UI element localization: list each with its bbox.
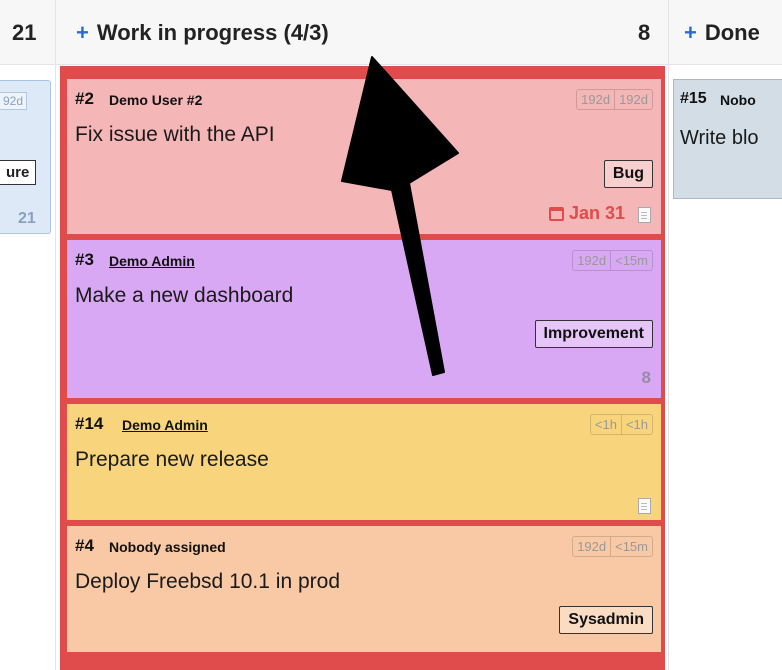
estimate-value: 192d bbox=[577, 539, 607, 554]
estimate-badge: 192d <15m bbox=[572, 250, 653, 271]
estimate-badge: 92d bbox=[0, 92, 28, 110]
estimate-value: 192d bbox=[581, 92, 611, 107]
card-title: Make a new dashboard bbox=[75, 284, 294, 307]
add-card-icon[interactable]: + bbox=[76, 20, 89, 45]
done-column-header: + Done bbox=[684, 20, 760, 46]
card-title: Fix issue with the API bbox=[75, 123, 275, 146]
done-column-title: Done bbox=[704, 20, 760, 45]
column-divider bbox=[668, 0, 669, 670]
spent-value: 192d bbox=[614, 90, 652, 109]
card-number: #14 bbox=[75, 414, 104, 433]
card-tag-bug[interactable]: Bug bbox=[603, 160, 653, 188]
card-tag[interactable]: ure bbox=[0, 160, 37, 185]
wip-column-title: Work in progress (4/3) bbox=[96, 20, 329, 45]
estimate-badge: <1h <1h bbox=[589, 414, 653, 435]
document-icon[interactable] bbox=[638, 207, 651, 223]
estimate-value: <1h bbox=[594, 417, 617, 432]
card-title: Deploy Freebsd 10.1 in prod bbox=[75, 570, 340, 593]
card-14[interactable]: #14 Demo Admin <1h <1h Prepare new releas… bbox=[67, 404, 661, 520]
card-number: #3 bbox=[75, 250, 94, 269]
card-owner: Nobo bbox=[720, 92, 756, 108]
due-date-text: Jan 31 bbox=[568, 203, 625, 223]
card-number: #15 bbox=[680, 90, 707, 107]
wip-column-header: + Work in progress (4/3) bbox=[76, 20, 329, 46]
estimate-badge: 192d 192d bbox=[576, 89, 653, 110]
card-2[interactable]: #2 Demo User #2 192d 192d Fix issue with … bbox=[67, 79, 661, 234]
card-title: Prepare new release bbox=[75, 448, 269, 471]
due-date: Jan 31 bbox=[548, 203, 625, 224]
column-divider bbox=[55, 0, 56, 670]
wip-column-count: 8 bbox=[638, 20, 651, 45]
spent-value: <15m bbox=[610, 537, 652, 556]
card-owner: Demo User #2 bbox=[109, 92, 203, 108]
document-icon[interactable] bbox=[638, 498, 651, 514]
spent-value: <1h bbox=[620, 415, 652, 434]
card-4[interactable]: #4 Nobody assigned 192d <15m Deploy Freeb… bbox=[67, 526, 661, 652]
estimate-value: 192d bbox=[577, 253, 607, 268]
add-card-icon[interactable]: + bbox=[684, 20, 697, 45]
left-column-count: 21 bbox=[12, 20, 37, 45]
card-count: 8 bbox=[641, 368, 651, 387]
card-owner[interactable]: Demo Admin bbox=[122, 417, 208, 433]
card-owner[interactable]: Demo Admin bbox=[109, 253, 195, 269]
card-number: #2 bbox=[75, 89, 94, 108]
card-owner: Nobody assigned bbox=[109, 539, 226, 555]
card-count: 21 bbox=[18, 210, 36, 227]
spent-value: <15m bbox=[610, 251, 652, 270]
card-number: #4 bbox=[75, 536, 94, 555]
card-tag-sysadmin[interactable]: Sysadmin bbox=[559, 606, 653, 634]
calendar-icon bbox=[548, 206, 564, 221]
estimate-badge: 192d <15m bbox=[572, 536, 653, 557]
card-tag-improvement[interactable]: Improvement bbox=[534, 320, 653, 348]
card-title: Write blo bbox=[680, 127, 759, 149]
card-3[interactable]: #3 Demo Admin 192d <15m Make a new dashbo… bbox=[67, 240, 661, 398]
